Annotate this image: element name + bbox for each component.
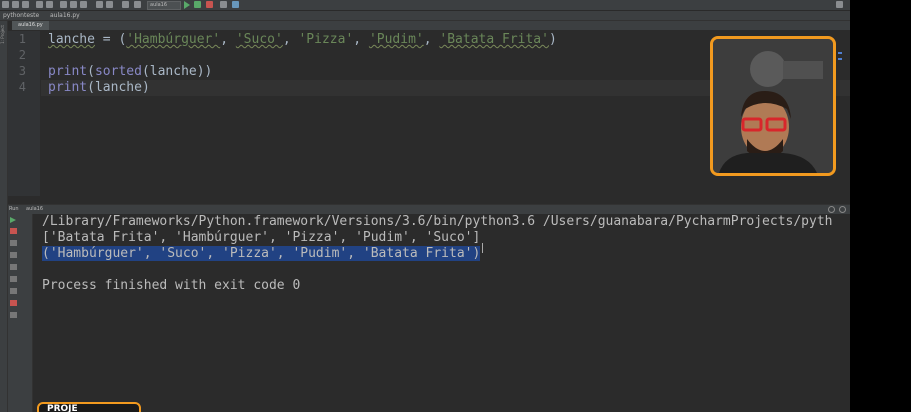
help-icon[interactable]: [10, 312, 17, 318]
breadcrumb-project[interactable]: pythonteste: [3, 12, 39, 19]
back-icon[interactable]: [36, 1, 43, 8]
forward-icon[interactable]: [46, 1, 53, 8]
line-number-gutter: 1 2 3 4: [8, 31, 40, 196]
search-icon[interactable]: [96, 1, 103, 8]
sync-icon[interactable]: [22, 1, 29, 8]
line-number: 4: [18, 80, 26, 94]
paste-icon[interactable]: [80, 1, 87, 8]
print-icon[interactable]: [10, 288, 17, 294]
overlay-badge: PROJE: [37, 402, 141, 412]
string-literal: 'Pudim': [368, 32, 424, 47]
settings-icon[interactable]: [134, 1, 141, 8]
scroll-to-end-icon[interactable]: [10, 276, 17, 282]
soft-wrap-icon[interactable]: [10, 264, 17, 270]
navigation-bar: pythonteste aula16.py: [0, 11, 850, 21]
breadcrumb-file[interactable]: aula16.py: [50, 12, 80, 19]
code-line-1: lanche = ('Hambúrguer', 'Suco', 'Pizza',…: [48, 32, 557, 47]
tab-aula16[interactable]: aula16.py: [12, 21, 49, 30]
project-tool-label[interactable]: 1: Project: [0, 25, 7, 44]
line-number: 2: [18, 48, 26, 62]
run-panel-title: Run: [9, 206, 19, 212]
editor-tab-bar: aula16.py: [12, 21, 850, 30]
string-literal: 'Suco': [235, 32, 283, 47]
run-panel-toolbar: [8, 214, 33, 412]
line-number: 3: [18, 64, 26, 78]
console-command-line: /Library/Frameworks/Python.framework/Ver…: [42, 214, 833, 229]
hide-panel-icon[interactable]: [839, 206, 846, 213]
presenter-video: [713, 39, 833, 173]
console-exit-message: Process finished with exit code 0: [42, 278, 301, 293]
selected-text: ('Hambúrguer', 'Suco', 'Pizza', 'Pudim',…: [42, 246, 481, 261]
console-output-sorted: ['Batata Frita', 'Hambúrguer', 'Pizza', …: [42, 230, 481, 245]
close-icon[interactable]: [10, 300, 17, 306]
gear-icon[interactable]: [828, 206, 835, 213]
pycharm-window: aula16 pythonteste aula16.py 1: Project …: [0, 0, 850, 412]
stop-icon[interactable]: [10, 228, 17, 234]
string-literal: 'Pizza': [298, 32, 354, 47]
copy-icon[interactable]: [70, 1, 77, 8]
search-everywhere-icon[interactable]: [836, 1, 843, 8]
webcam-overlay: [710, 36, 836, 176]
main-toolbar: aula16: [0, 0, 850, 11]
pause-icon[interactable]: [10, 240, 17, 246]
variable-lanche: lanche: [48, 32, 95, 47]
console-output-tuple: ('Hambúrguer', 'Suco', 'Pizza', 'Pudim',…: [42, 246, 481, 262]
run-panel-header: Run aula16: [8, 204, 850, 214]
run-icon[interactable]: [184, 1, 190, 9]
replace-icon[interactable]: [106, 1, 113, 8]
text-cursor: [482, 243, 483, 253]
structure-icon[interactable]: [220, 1, 227, 8]
string-literal: 'Batata Frita': [439, 32, 549, 47]
help-icon[interactable]: [232, 1, 239, 8]
run-config-select[interactable]: aula16: [147, 1, 181, 10]
save-icon[interactable]: [12, 1, 19, 8]
debug-icon[interactable]: [194, 1, 201, 8]
scrollbar-marker[interactable]: [838, 52, 842, 54]
restore-layout-icon[interactable]: [10, 252, 17, 258]
scrollbar-marker[interactable]: [838, 58, 842, 60]
cut-icon[interactable]: [60, 1, 67, 8]
build-icon[interactable]: [122, 1, 129, 8]
rerun-icon[interactable]: [10, 217, 16, 223]
console-output[interactable]: /Library/Frameworks/Python.framework/Ver…: [33, 214, 850, 412]
run-tab[interactable]: aula16: [26, 206, 43, 212]
line-number: 1: [18, 32, 26, 46]
string-literal: 'Hambúrguer': [126, 32, 221, 47]
stop-icon[interactable]: [206, 1, 213, 8]
code-line-4: print(lanche): [48, 80, 150, 95]
code-line-3: print(sorted(lanche)): [48, 64, 213, 79]
folder-icon[interactable]: [2, 1, 9, 8]
project-tool-strip: 1: Project: [0, 21, 8, 412]
